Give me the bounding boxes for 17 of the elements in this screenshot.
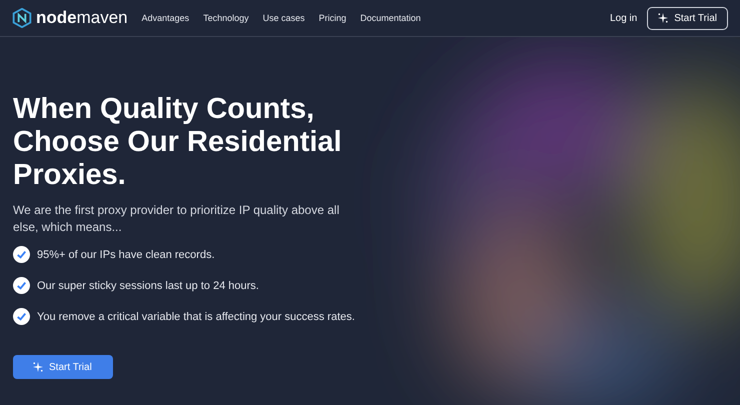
sparkle-icon (33, 362, 43, 372)
nav-link[interactable]: Advantages (142, 13, 190, 23)
feature-text: You remove a critical variable that is affecting your success rates. (37, 310, 355, 322)
feature-text: Our super sticky sessions last up to 24 hours. (37, 280, 259, 292)
hero-heading: When Quality Counts, Choose Our Residential Proxies. (13, 93, 343, 192)
start-trial-button[interactable]: Start Trial (647, 6, 728, 30)
nav-link[interactable]: Use cases (262, 13, 305, 23)
logo-wordmark[interactable]: nodemaven (36, 8, 128, 28)
nav-link[interactable]: Technology (203, 13, 249, 23)
login-link[interactable]: Log in (610, 12, 638, 24)
intro-text: We are the first proxy provider to prioritize IP quality above all else, which means... (13, 202, 340, 236)
logo-icon[interactable] (12, 8, 32, 28)
sparkle-icon (658, 13, 668, 23)
nav-link[interactable]: Documentation (360, 13, 421, 23)
feature-text: 95%+ of our IPs have clean records. (37, 248, 215, 260)
start-trial-button[interactable]: Start Trial (13, 355, 113, 379)
nav-link[interactable]: Pricing (318, 13, 346, 23)
